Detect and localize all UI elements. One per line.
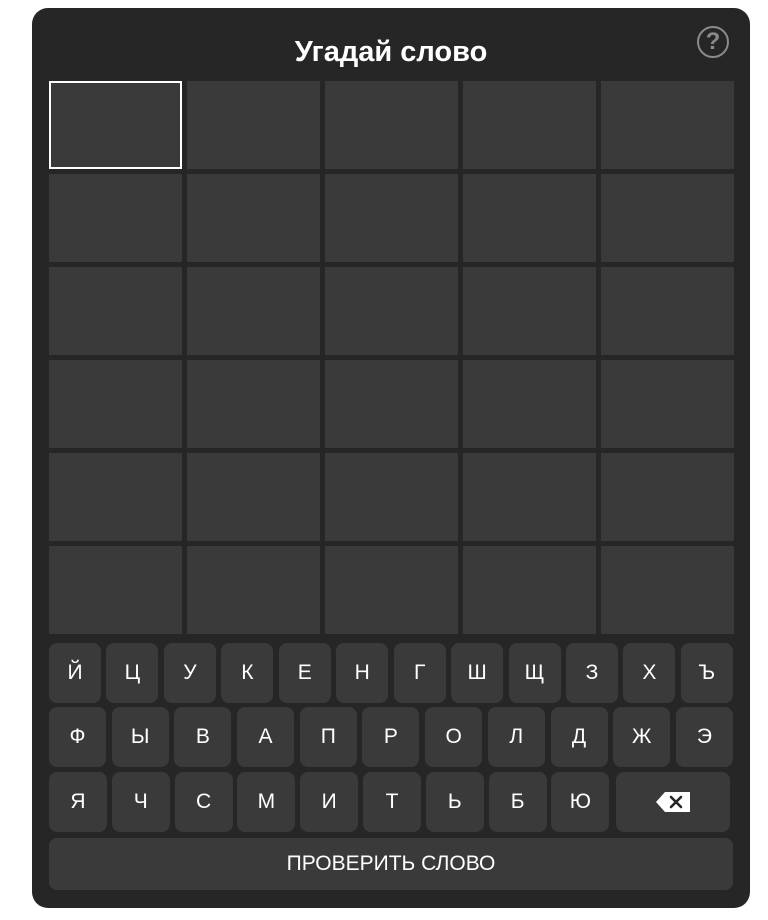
letter-cell xyxy=(325,546,458,634)
key-Ь[interactable]: Ь xyxy=(425,772,484,832)
letter-cell xyxy=(187,81,320,169)
key-Ю[interactable]: Ю xyxy=(551,772,610,832)
key-Ф[interactable]: Ф xyxy=(49,707,106,767)
letter-cell xyxy=(463,174,596,262)
letter-cell xyxy=(187,360,320,448)
letter-cell xyxy=(601,546,734,634)
letter-cell xyxy=(49,360,182,448)
letter-cell xyxy=(325,267,458,355)
letter-cell xyxy=(325,174,458,262)
key-О[interactable]: О xyxy=(425,707,483,767)
key-Р[interactable]: Р xyxy=(362,707,420,767)
key-Т[interactable]: Т xyxy=(362,772,421,832)
letter-cell xyxy=(463,453,596,541)
key-З[interactable]: З xyxy=(565,643,618,703)
key-Д[interactable]: Д xyxy=(550,707,608,767)
key-У[interactable]: У xyxy=(163,643,216,703)
game-panel: Угадай слово ? ЙЦУКЕНГШЩЗХЪ ФЫВАПРОЛДЖЭ … xyxy=(32,8,750,908)
letter-cell xyxy=(187,453,320,541)
backspace-icon xyxy=(656,792,691,812)
letter-cell xyxy=(601,267,734,355)
letter-cell xyxy=(601,360,734,448)
key-Г[interactable]: Г xyxy=(393,643,446,703)
letter-cell xyxy=(49,546,182,634)
key-Н[interactable]: Н xyxy=(336,643,389,703)
page-title: Угадай слово xyxy=(294,36,488,68)
key-Ы[interactable]: Ы xyxy=(111,707,169,767)
help-icon[interactable]: ? xyxy=(697,26,729,58)
key-К[interactable]: К xyxy=(221,643,274,703)
key-Я[interactable]: Я xyxy=(49,772,107,832)
letter-cell xyxy=(49,453,182,541)
letter-cell xyxy=(601,453,734,541)
backspace-button[interactable] xyxy=(616,772,731,832)
letter-cell xyxy=(49,81,182,169)
key-А[interactable]: А xyxy=(237,707,295,767)
keyboard-row-1: ЙЦУКЕНГШЩЗХЪ xyxy=(49,643,733,703)
key-Б[interactable]: Б xyxy=(488,772,547,832)
letter-cell xyxy=(601,81,734,169)
key-Л[interactable]: Л xyxy=(487,707,545,767)
keyboard-row-2: ФЫВАПРОЛДЖЭ xyxy=(49,707,733,767)
key-И[interactable]: И xyxy=(300,772,359,832)
key-Щ[interactable]: Щ xyxy=(508,643,561,703)
letter-cell xyxy=(463,81,596,169)
key-Х[interactable]: Х xyxy=(623,643,676,703)
key-П[interactable]: П xyxy=(299,707,357,767)
letter-cell xyxy=(325,81,458,169)
letter-cell xyxy=(49,267,182,355)
key-Э[interactable]: Э xyxy=(675,707,733,767)
key-С[interactable]: С xyxy=(174,772,233,832)
key-Ъ[interactable]: Ъ xyxy=(680,643,733,703)
letter-cell xyxy=(463,267,596,355)
key-М[interactable]: М xyxy=(237,772,296,832)
key-Ц[interactable]: Ц xyxy=(106,643,159,703)
key-Ч[interactable]: Ч xyxy=(111,772,170,832)
keyboard-row-3: ЯЧСМИТЬБЮ xyxy=(49,772,733,832)
letter-cell xyxy=(49,174,182,262)
letter-cell xyxy=(325,360,458,448)
check-word-button[interactable]: ПРОВЕРИТЬ СЛОВО xyxy=(49,838,733,890)
key-Ж[interactable]: Ж xyxy=(613,707,671,767)
key-В[interactable]: В xyxy=(174,707,232,767)
letter-cell xyxy=(601,174,734,262)
letter-cell xyxy=(187,546,320,634)
key-Е[interactable]: Е xyxy=(278,643,331,703)
letter-cell xyxy=(463,546,596,634)
letter-grid xyxy=(49,81,735,634)
letter-cell xyxy=(187,267,320,355)
letter-cell xyxy=(463,360,596,448)
letter-cell xyxy=(325,453,458,541)
letter-cell xyxy=(187,174,320,262)
key-Й[interactable]: Й xyxy=(49,643,101,703)
key-Ш[interactable]: Ш xyxy=(451,643,504,703)
